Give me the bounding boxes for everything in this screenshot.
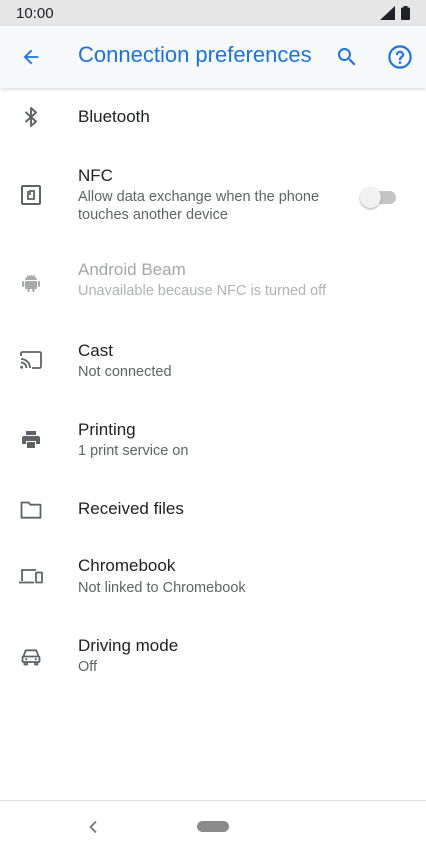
- list-item-chromebook[interactable]: Chromebook Not linked to Chromebook: [0, 548, 426, 608]
- item-label: Driving mode: [78, 636, 179, 655]
- chevron-left-icon: [89, 820, 97, 834]
- nfc-icon: [18, 182, 44, 208]
- status-icons: [380, 6, 410, 20]
- item-label: NFC: [78, 166, 113, 185]
- cast-icon: [18, 347, 44, 373]
- toggle-thumb: [360, 187, 381, 208]
- item-label: Android Beam: [78, 260, 186, 279]
- page-title: Connection preferences: [78, 42, 312, 67]
- bluetooth-icon: [18, 104, 44, 130]
- printer-icon: [18, 427, 44, 453]
- nfc-toggle[interactable]: [360, 186, 398, 208]
- item-subtitle: Unavailable because NFC is turned off: [78, 283, 326, 299]
- list-item-android-beam: Android Beam Unavailable because NFC is …: [0, 253, 426, 313]
- item-subtitle: Allow data exchange when the phone touch…: [78, 189, 320, 223]
- signal-icon: [380, 6, 395, 20]
- search-icon: [337, 48, 356, 66]
- item-label: Bluetooth: [78, 107, 150, 126]
- devices-icon: [18, 563, 44, 589]
- battery-icon: [401, 6, 410, 20]
- item-subtitle: Not linked to Chromebook: [78, 580, 246, 596]
- list-item-received-files[interactable]: Received files: [0, 488, 426, 536]
- list-item-nfc[interactable]: NFC Allow data exchange when the phone t…: [0, 158, 426, 230]
- navigation-bar: [0, 800, 426, 852]
- list-item-cast[interactable]: Cast Not connected: [0, 332, 426, 392]
- item-label: Received files: [78, 499, 184, 518]
- help-icon: [388, 45, 412, 69]
- arrow-back-icon: [23, 49, 39, 65]
- help-button[interactable]: [381, 38, 419, 76]
- item-label: Cast: [78, 341, 113, 360]
- item-subtitle: Not connected: [78, 364, 172, 380]
- item-label: Chromebook: [78, 556, 176, 575]
- item-subtitle: 1 print service on: [78, 443, 189, 459]
- list-item-driving-mode[interactable]: Driving mode Off: [0, 628, 426, 688]
- nav-back-button[interactable]: [84, 815, 102, 839]
- list-item-printing[interactable]: Printing 1 print service on: [0, 411, 426, 471]
- status-bar: 10:00: [0, 0, 426, 26]
- item-subtitle: Off: [78, 659, 98, 675]
- folder-icon: [18, 497, 44, 523]
- home-pill[interactable]: [197, 821, 229, 832]
- app-bar: Connection preferences: [0, 26, 426, 88]
- list-item-bluetooth[interactable]: Bluetooth: [0, 88, 426, 148]
- status-time: 10:00: [16, 5, 54, 22]
- search-button[interactable]: [328, 38, 366, 76]
- back-button[interactable]: [12, 38, 50, 76]
- android-icon: [18, 269, 44, 295]
- car-icon: [18, 644, 44, 670]
- item-label: Printing: [78, 420, 136, 439]
